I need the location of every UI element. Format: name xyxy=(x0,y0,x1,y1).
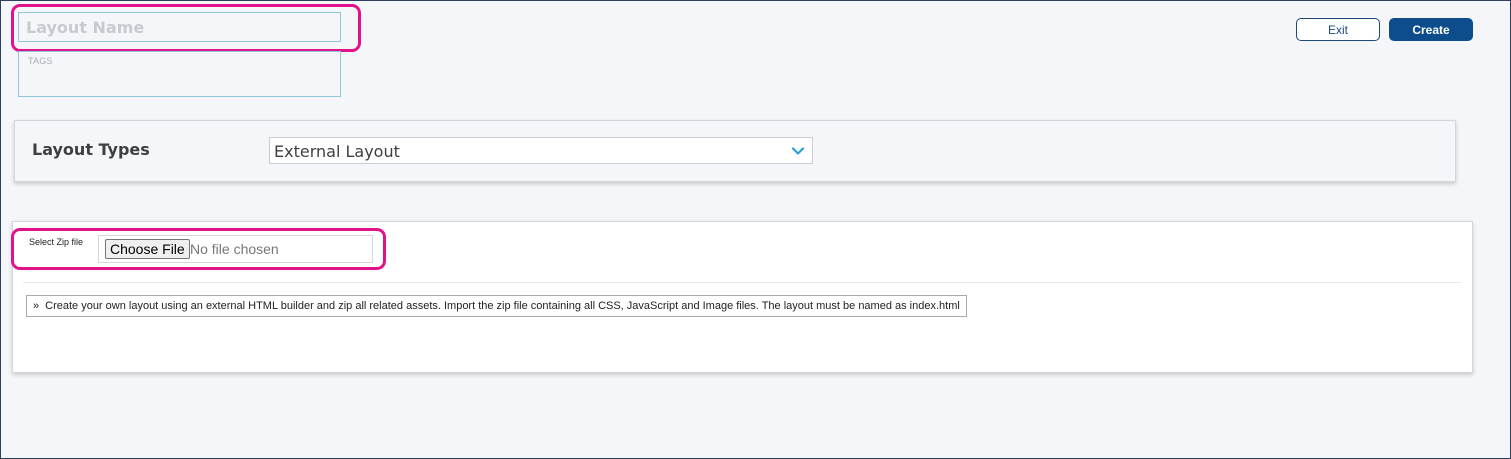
zip-info-text: Create your own layout using an external… xyxy=(45,300,960,312)
tags-input[interactable]: TAGS xyxy=(18,51,341,97)
select-zip-label: Select Zip file xyxy=(29,237,84,247)
exit-button[interactable]: Exit xyxy=(1296,18,1380,41)
zip-upload-panel: Select Zip file Choose File No file chos… xyxy=(12,221,1473,373)
zip-info-note: » Create your own layout using an externa… xyxy=(26,295,967,317)
layout-types-select[interactable]: External Layout xyxy=(269,137,813,164)
layout-name-input[interactable] xyxy=(18,12,341,42)
layout-types-panel: Layout Types External Layout xyxy=(14,120,1456,182)
create-button[interactable]: Create xyxy=(1389,18,1473,41)
zip-file-input[interactable]: Choose File No file chosen xyxy=(98,235,373,263)
tags-label: TAGS xyxy=(28,56,53,66)
layout-types-label: Layout Types xyxy=(32,140,150,159)
chevron-down-icon[interactable] xyxy=(791,144,805,158)
double-chevron-right-icon: » xyxy=(33,300,40,312)
layout-types-selected-value: External Layout xyxy=(274,142,400,161)
choose-file-button[interactable]: Choose File xyxy=(105,239,190,259)
divider xyxy=(23,282,1461,283)
file-status-text: No file chosen xyxy=(190,241,279,257)
